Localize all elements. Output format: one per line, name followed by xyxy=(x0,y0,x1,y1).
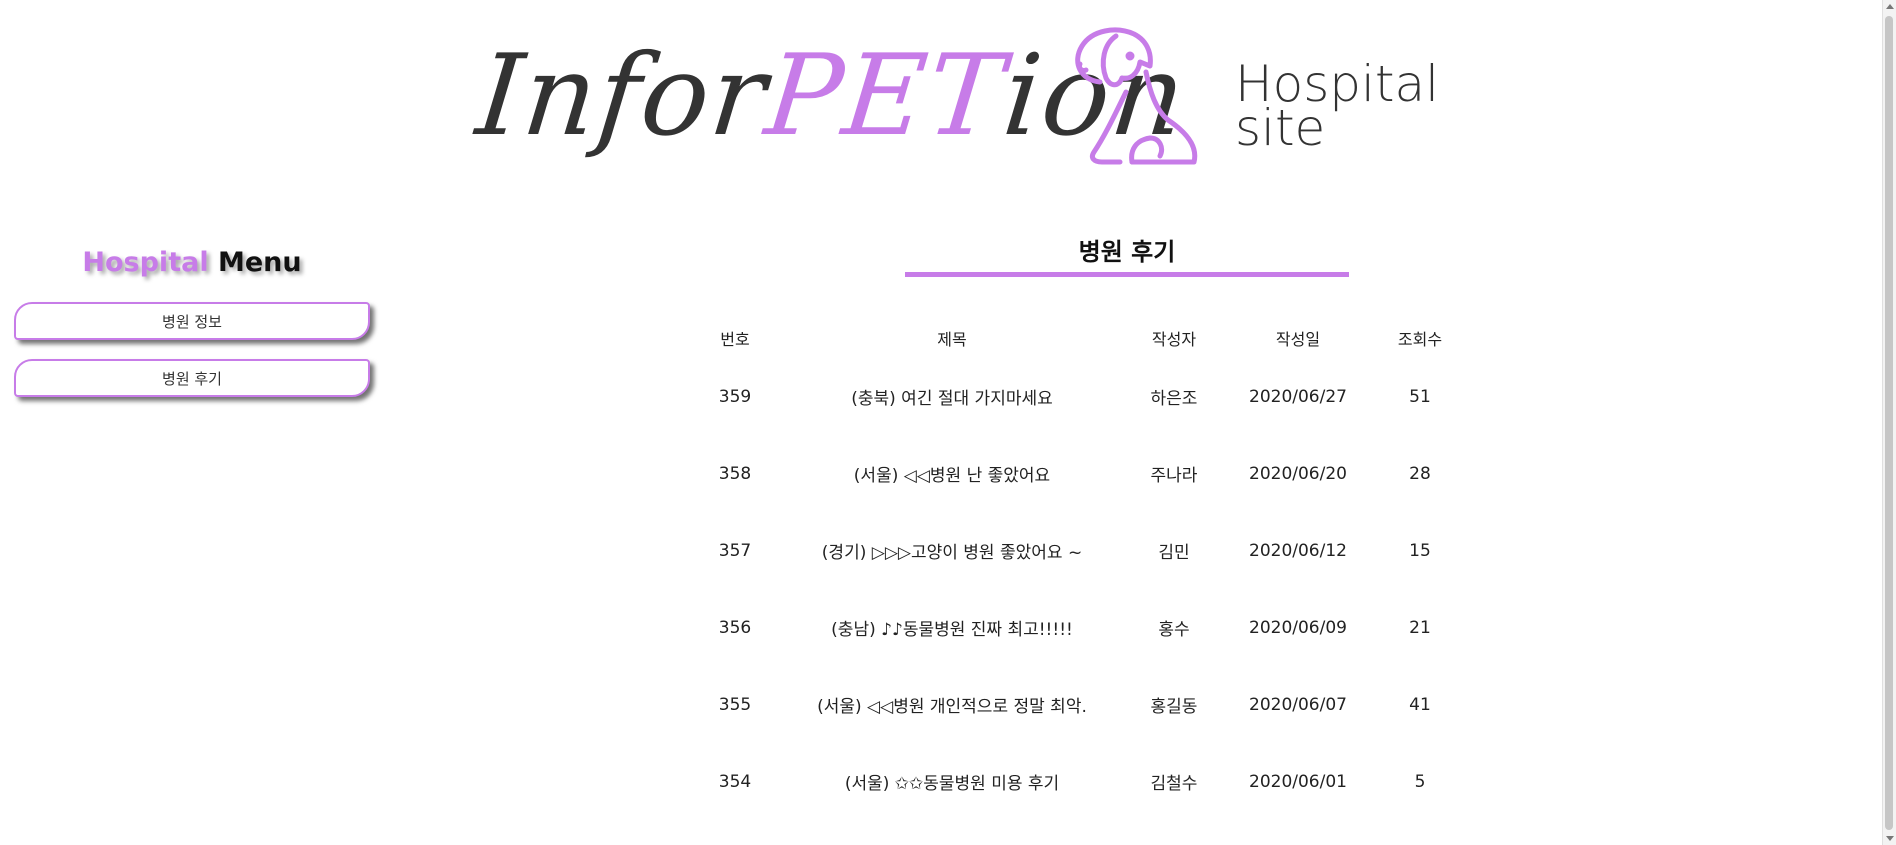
row-no: 354 xyxy=(718,771,752,792)
scroll-down-arrow-icon[interactable] xyxy=(1886,836,1894,841)
row-author: 하은조 xyxy=(1150,389,1198,409)
table-row: 354 (서울) ✩✩동물병원 미용 후기 김철수 2020/06/01 5 xyxy=(690,743,1560,820)
row-no: 356 xyxy=(718,617,752,638)
row-views: 21 xyxy=(1409,617,1431,638)
row-views: 41 xyxy=(1409,694,1431,715)
scrollbar-thumb[interactable] xyxy=(1885,16,1893,830)
row-author: 김철수 xyxy=(1150,774,1198,794)
row-views: 15 xyxy=(1409,540,1431,561)
row-date: 2020/06/01 xyxy=(1249,771,1347,792)
row-subject-link[interactable]: (서울) ✩✩동물병원 미용 후기 xyxy=(780,743,1124,820)
page-title: 병원 후기 xyxy=(1078,238,1176,266)
row-subject-link[interactable]: (충북) 여긴 절대 가지마세요 xyxy=(780,358,1124,435)
row-no: 357 xyxy=(718,540,752,561)
table-row: 358 (서울) ◁◁병원 난 좋았어요 주나라 2020/06/20 28 xyxy=(690,435,1560,512)
scroll-up-arrow-icon[interactable] xyxy=(1886,4,1894,9)
row-no: 359 xyxy=(718,386,752,407)
row-subject-link[interactable]: (충남) ♪♪동물병원 진짜 최고!!!!! xyxy=(780,589,1124,666)
sidebar-title-accent: Hospital xyxy=(82,247,209,278)
column-header-author: 작성자 xyxy=(1151,330,1197,349)
table-row: 357 (경기) ▷▷▷고양이 병원 좋았어요 ~ 김민 2020/06/12 … xyxy=(690,512,1560,589)
row-subject-link[interactable]: (서울) ◁◁병원 난 좋았어요 xyxy=(780,435,1124,512)
sidebar-title: Hospital Menu xyxy=(12,247,372,278)
table-row: 359 (충북) 여긴 절대 가지마세요 하은조 2020/06/27 51 xyxy=(690,358,1560,435)
row-date: 2020/06/09 xyxy=(1249,617,1347,638)
row-views: 28 xyxy=(1409,463,1431,484)
row-author: 주나라 xyxy=(1150,466,1198,486)
column-header-no: 번호 xyxy=(720,330,750,349)
column-header-date: 작성일 xyxy=(1275,330,1321,349)
row-views: 51 xyxy=(1409,386,1431,407)
logo-word-part1: Infor xyxy=(471,31,774,161)
table-header-row: 번호 제목 작성자 작성일 조회수 xyxy=(690,318,1560,358)
column-header-views: 조회수 xyxy=(1397,330,1443,349)
row-no: 358 xyxy=(718,463,752,484)
logo-word-part2: PET xyxy=(759,31,1012,161)
table-row: 356 (충남) ♪♪동물병원 진짜 최고!!!!! 홍수 2020/06/09… xyxy=(690,589,1560,666)
review-table: 번호 제목 작성자 작성일 조회수 359 (충북) 여긴 절대 가지마세요 하… xyxy=(690,318,1560,820)
table-row: 355 (서울) ◁◁병원 개인적으로 정말 최악. 홍길동 2020/06/0… xyxy=(690,666,1560,743)
dog-icon xyxy=(1075,27,1198,165)
row-subject-link[interactable]: (서울) ◁◁병원 개인적으로 정말 최악. xyxy=(780,666,1124,743)
page-scrollbar[interactable] xyxy=(1882,0,1896,845)
sidebar-item-hospital-info[interactable]: 병원 정보 xyxy=(14,302,370,340)
row-subject-link[interactable]: (경기) ▷▷▷고양이 병원 좋았어요 ~ xyxy=(780,512,1124,589)
column-header-subject: 제목 xyxy=(937,330,967,349)
row-author: 김민 xyxy=(1158,543,1190,563)
logo-subtitle: Hospital site xyxy=(1235,59,1439,153)
row-date: 2020/06/20 xyxy=(1249,463,1347,484)
site-logo[interactable]: InforPETion Hospital site xyxy=(470,18,1439,178)
row-date: 2020/06/27 xyxy=(1249,386,1347,407)
title-underline xyxy=(905,272,1349,277)
row-author: 홍수 xyxy=(1158,620,1190,640)
sidebar-title-main: Menu xyxy=(217,247,302,278)
row-date: 2020/06/12 xyxy=(1249,540,1347,561)
row-author: 홍길동 xyxy=(1150,697,1198,717)
sidebar-item-hospital-reviews[interactable]: 병원 후기 xyxy=(14,359,370,397)
row-no: 355 xyxy=(718,694,752,715)
row-views: 5 xyxy=(1414,771,1426,792)
row-date: 2020/06/07 xyxy=(1249,694,1347,715)
